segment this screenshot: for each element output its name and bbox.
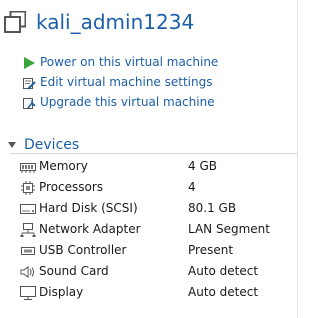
hard-disk-icon [20, 201, 36, 215]
device-row-usb-controller[interactable]: USB Controller Present [20, 239, 296, 260]
network-adapter-icon [20, 222, 36, 237]
display-icon [20, 285, 36, 300]
vm-actions: Power on this virtual machine Edit virtu… [22, 52, 218, 112]
power-on-label: Power on this virtual machine [40, 55, 219, 69]
vm-header: kali_admin1234 [4, 8, 194, 36]
device-value: Present [188, 242, 234, 257]
edit-settings-label: Edit virtual machine settings [40, 75, 213, 89]
device-value: Auto detect [188, 263, 259, 278]
power-on-action[interactable]: Power on this virtual machine [22, 52, 218, 72]
device-value: LAN Segment [188, 221, 270, 236]
collapse-caret-icon [8, 142, 16, 148]
device-row-sound-card[interactable]: Sound Card Auto detect [20, 260, 296, 281]
device-value: 4 [188, 179, 196, 194]
devices-section-title: Devices [24, 137, 80, 153]
device-row-processors[interactable]: Processors 4 [20, 176, 296, 197]
edit-settings-action[interactable]: Edit virtual machine settings [22, 72, 218, 92]
device-value: 80.1 GB [188, 200, 237, 215]
device-row-memory[interactable]: Memory 4 GB [20, 155, 296, 176]
device-name: Network Adapter [39, 221, 141, 236]
device-name: Display [39, 284, 84, 299]
usb-controller-icon [20, 243, 36, 257]
sound-card-icon [20, 264, 36, 278]
vm-title: kali_admin1234 [36, 10, 195, 34]
device-name: Processors [39, 179, 104, 194]
device-name: Memory [39, 158, 88, 173]
processor-icon [20, 180, 36, 195]
vm-summary-page: kali_admin1234 Power on this virtual mac… [0, 0, 312, 318]
play-icon [22, 55, 36, 69]
device-value: Auto detect [188, 284, 259, 299]
device-row-hard-disk[interactable]: Hard Disk (SCSI) 80.1 GB [20, 197, 296, 218]
memory-icon [20, 159, 36, 173]
devices-section-header[interactable]: Devices [8, 135, 298, 155]
device-name: Sound Card [39, 263, 109, 278]
upgrade-icon [22, 95, 36, 109]
device-list: Memory 4 GB Processors 4 Hard Disk (SCSI… [20, 155, 296, 302]
device-name: USB Controller [39, 242, 127, 257]
device-row-display[interactable]: Display Auto detect [20, 281, 296, 302]
edit-settings-icon [22, 75, 36, 90]
device-value: 4 GB [188, 158, 217, 173]
virtual-machine-icon [4, 10, 27, 33]
upgrade-label: Upgrade this virtual machine [40, 95, 215, 109]
device-name: Hard Disk (SCSI) [39, 200, 138, 215]
upgrade-action[interactable]: Upgrade this virtual machine [22, 92, 218, 112]
scrollbar-track[interactable] [297, 0, 312, 318]
section-divider [10, 153, 297, 154]
device-row-network-adapter[interactable]: Network Adapter LAN Segment [20, 218, 296, 239]
